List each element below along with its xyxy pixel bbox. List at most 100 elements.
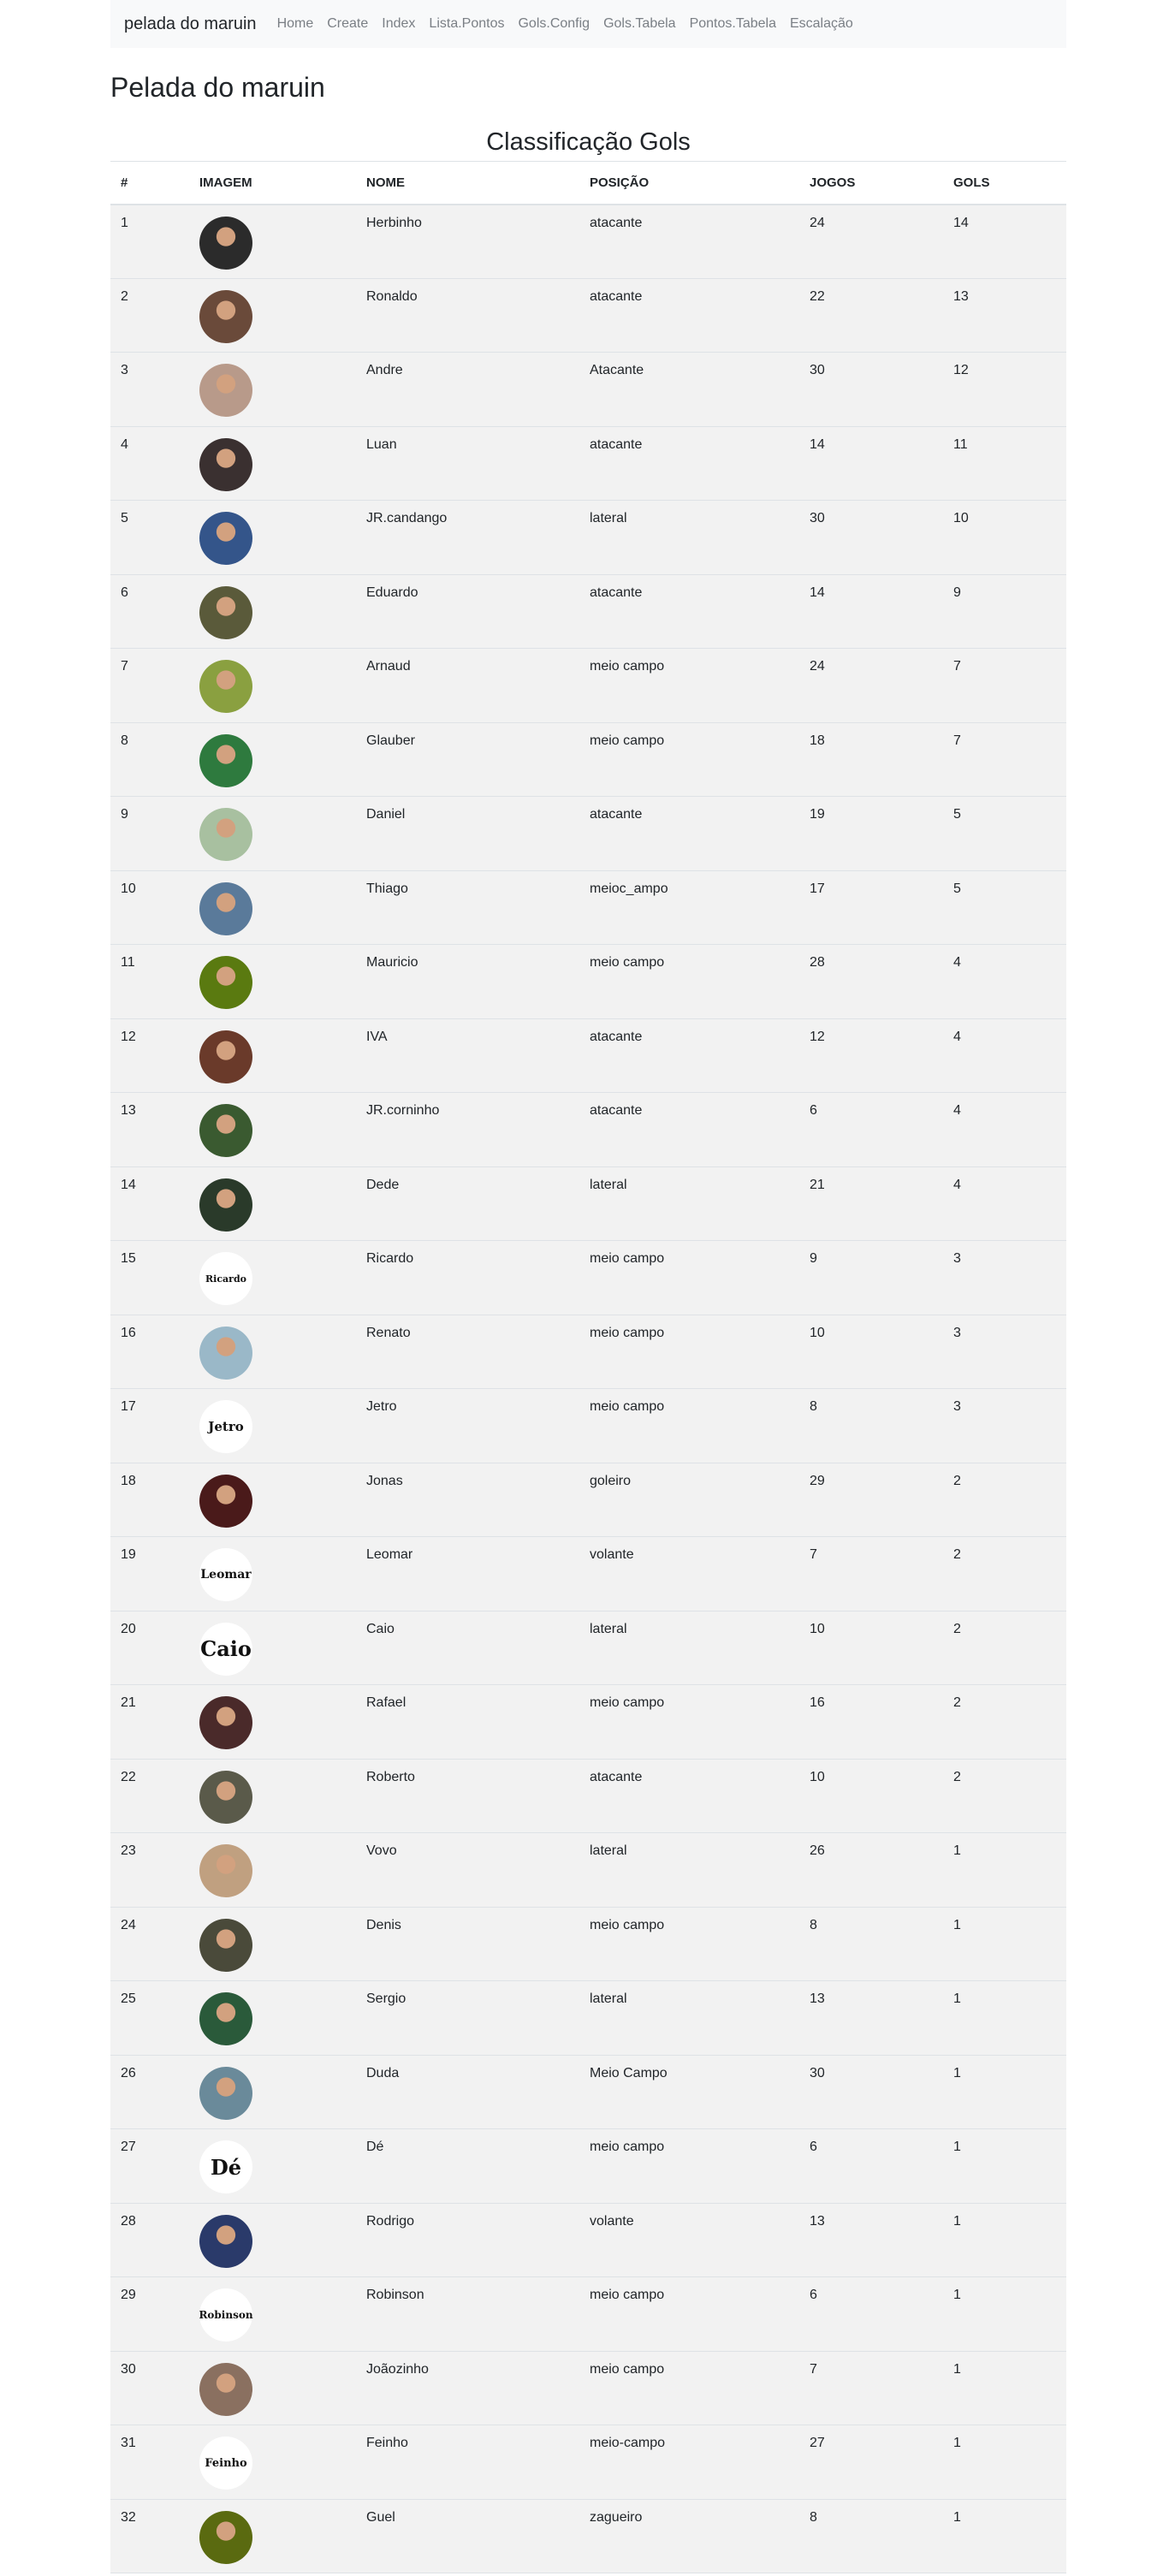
- table-row: 6 Eduardo atacante 14 9: [110, 574, 1066, 649]
- nav-link-gols-config[interactable]: Gols.Config: [518, 16, 590, 32]
- table-row: 15 Ricardo Ricardo meio campo 9 3: [110, 1240, 1066, 1315]
- position-cell: atacante: [590, 807, 643, 822]
- player-name-cell: Luan: [366, 436, 397, 452]
- position-cell: atacante: [590, 288, 643, 304]
- player-name-cell: Eduardo: [366, 585, 418, 600]
- avatar: [199, 808, 252, 861]
- table-row: 22 Roberto atacante 10 2: [110, 1759, 1066, 1833]
- image-cell: [189, 1018, 356, 1093]
- table-row: 19 Leomar Leomar volante 7 2: [110, 1536, 1066, 1611]
- position-cell: meio campo: [590, 1325, 665, 1340]
- player-name-cell: Renato: [366, 1325, 411, 1340]
- page-container: pelada do maruin Home Create Index Lista…: [110, 0, 1066, 2573]
- table-row: 27 Dé Dé meio campo 6 1: [110, 2128, 1066, 2203]
- games-cell: 10: [810, 1325, 825, 1340]
- rank-cell: 6: [121, 585, 128, 600]
- avatar: [199, 364, 252, 417]
- games-cell: 16: [810, 1695, 825, 1710]
- image-cell: [189, 1759, 356, 1833]
- position-cell: meio campo: [590, 1251, 665, 1266]
- image-cell: Robinson: [189, 2277, 356, 2352]
- games-cell: 14: [810, 585, 825, 600]
- player-name-cell: IVA: [366, 1029, 388, 1044]
- games-cell: 6: [810, 1103, 817, 1118]
- player-name-cell: Arnaud: [366, 659, 411, 674]
- position-cell: atacante: [590, 1769, 643, 1784]
- player-name-cell: Dé: [366, 2140, 384, 2154]
- image-cell: [189, 426, 356, 501]
- avatar-text-image: Jetro: [199, 1400, 252, 1453]
- avatar: [199, 1178, 252, 1232]
- goals-cell: 1: [953, 2213, 961, 2229]
- table-row: 8 Glauber meio campo 18 7: [110, 722, 1066, 797]
- avatar-text-image: Caio: [199, 1622, 252, 1676]
- position-cell: goleiro: [590, 1473, 632, 1488]
- rank-cell: 4: [121, 436, 128, 452]
- rank-cell: 16: [121, 1325, 136, 1340]
- table-row: 26 Duda Meio Campo 30 1: [110, 2055, 1066, 2129]
- navbar: pelada do maruin Home Create Index Lista…: [110, 0, 1066, 48]
- position-cell: atacante: [590, 585, 643, 600]
- nav-link-create[interactable]: Create: [327, 16, 368, 32]
- position-cell: lateral: [590, 1991, 627, 2006]
- rank-cell: 3: [121, 363, 128, 377]
- goals-cell: 1: [953, 2436, 961, 2450]
- player-name-cell: Roberto: [366, 1769, 415, 1784]
- column-header-name: NOME: [366, 175, 405, 190]
- rank-cell: 28: [121, 2213, 136, 2229]
- games-cell: 18: [810, 733, 825, 748]
- navbar-brand[interactable]: pelada do maruin: [124, 15, 257, 34]
- player-name-cell: Herbinho: [366, 215, 422, 230]
- nav-link-index[interactable]: Index: [382, 16, 415, 32]
- nav-link-gols-tabela[interactable]: Gols.Tabela: [603, 16, 676, 32]
- goals-cell: 5: [953, 807, 961, 822]
- rank-cell: 18: [121, 1473, 136, 1488]
- rank-cell: 17: [121, 1399, 136, 1414]
- table-body: 1 Herbinho atacante 24 14 2 Ronaldo atacante 22 1…: [110, 204, 1066, 2573]
- image-cell: [189, 1981, 356, 2056]
- goals-cell: 13: [953, 288, 969, 304]
- player-name-cell: Guel: [366, 2509, 395, 2525]
- image-cell: Feinho: [189, 2425, 356, 2500]
- player-name-cell: Mauricio: [366, 955, 418, 970]
- nav-link-escalacao[interactable]: Escalação: [790, 16, 853, 32]
- position-cell: meio-campo: [590, 2436, 666, 2450]
- avatar: [199, 1696, 252, 1749]
- image-cell: [189, 945, 356, 1019]
- nav-link-home[interactable]: Home: [277, 16, 314, 32]
- player-name-cell: Vovo: [366, 1843, 397, 1858]
- avatar: [199, 1844, 252, 1897]
- avatar: [199, 881, 252, 935]
- image-cell: [189, 1833, 356, 1908]
- avatar-text-image: Feinho: [199, 2437, 252, 2490]
- position-cell: meio campo: [590, 733, 665, 748]
- nav-link-lista-pontos[interactable]: Lista.Pontos: [429, 16, 504, 32]
- table-row: 4 Luan atacante 14 11: [110, 426, 1066, 501]
- table-row: 21 Rafael meio campo 16 2: [110, 1684, 1066, 1759]
- goals-cell: 3: [953, 1251, 961, 1266]
- games-cell: 27: [810, 2436, 825, 2450]
- avatar: [199, 1992, 252, 2045]
- games-cell: 29: [810, 1473, 825, 1488]
- rank-cell: 10: [121, 881, 136, 896]
- goals-cell: 2: [953, 1473, 961, 1488]
- rank-cell: 23: [121, 1843, 136, 1858]
- position-cell: lateral: [590, 1621, 627, 1636]
- player-name-cell: Daniel: [366, 807, 406, 822]
- image-cell: [189, 353, 356, 427]
- games-cell: 6: [810, 2140, 817, 2154]
- rank-cell: 7: [121, 659, 128, 674]
- player-name-cell: Duda: [366, 2065, 400, 2080]
- player-name-cell: Caio: [366, 1621, 395, 1636]
- nav-link-pontos-tabela[interactable]: Pontos.Tabela: [690, 16, 776, 32]
- image-cell: Ricardo: [189, 1241, 356, 1315]
- position-cell: meio campo: [590, 2288, 665, 2302]
- position-cell: meioc_ampo: [590, 881, 668, 896]
- avatar-text-image: Robinson: [199, 2288, 253, 2342]
- avatar: [199, 2510, 252, 2564]
- goals-cell: 1: [953, 2065, 961, 2080]
- games-cell: 12: [810, 1029, 825, 1044]
- avatar: [199, 1104, 252, 1157]
- goals-cell: 1: [953, 2140, 961, 2154]
- games-cell: 6: [810, 2288, 817, 2302]
